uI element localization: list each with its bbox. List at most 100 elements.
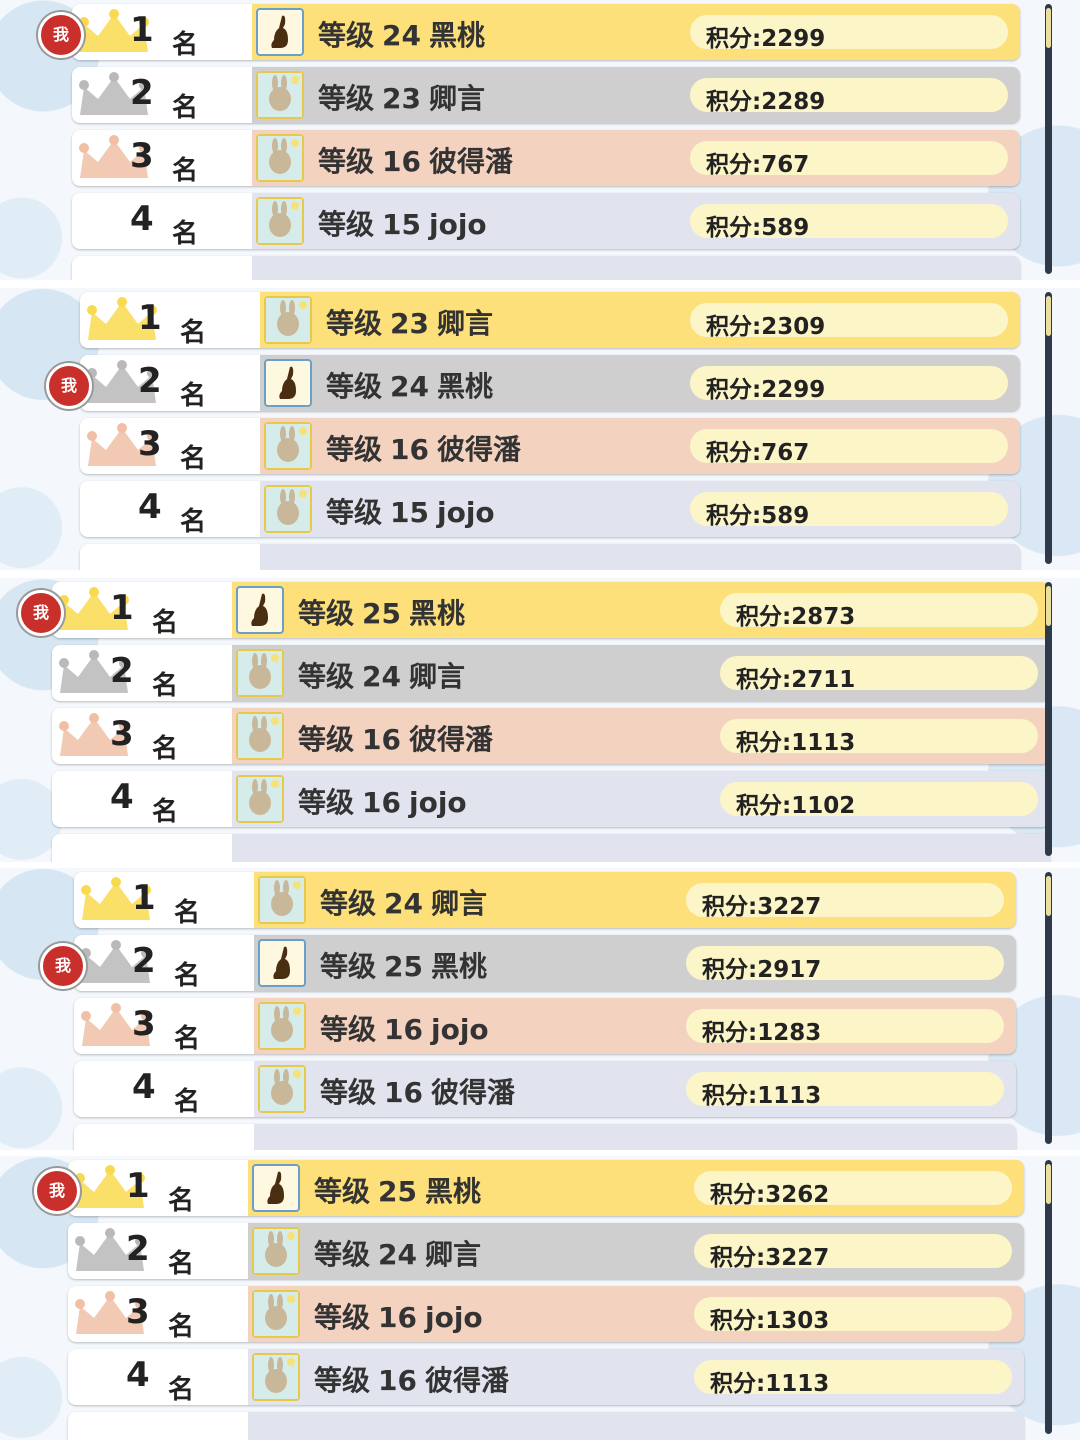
player-name: 彼得潘 xyxy=(424,1364,509,1397)
rabbit-portrait-icon[interactable] xyxy=(258,876,306,924)
score-label: 积分:2917 xyxy=(702,950,821,984)
leaderboard-row[interactable]: 3 名 等级 16 彼得潘 积分:1113 xyxy=(52,708,1050,764)
score-pill: 积分:1113 xyxy=(694,1360,1012,1397)
rank-suffix-label: 名 xyxy=(152,734,179,764)
leaderboard-row[interactable]: 1 名 等级 24 卿言 积分:3227 xyxy=(74,872,1016,928)
leaderboard-row[interactable]: 2 名 等级 24 卿言 积分:3227 xyxy=(68,1223,1024,1279)
rank-suffix-label: 名 xyxy=(152,608,179,638)
score-label: 积分:3227 xyxy=(710,1238,829,1272)
score-prefix: 积分: xyxy=(706,89,762,115)
leaderboard-row-partial[interactable] xyxy=(74,1124,1016,1150)
scrollbar-thumb[interactable] xyxy=(1046,296,1051,336)
scrollbar[interactable] xyxy=(1045,1160,1052,1434)
leaderboard-list[interactable]: 1 名我等级 25 黑桃 积分:3262 2 名等级 24 卿言 积分:3227 3 名等级 16 joj… xyxy=(34,1156,1024,1440)
leaderboard-list[interactable]: 1 名我等级 24 黑桃 积分:2299 2 名等级 23 卿言 积分:2289 3 名等级 16 彼得潘… xyxy=(38,0,1020,280)
leaderboard-row[interactable]: 3 名 等级 16 jojo 积分:1303 xyxy=(68,1286,1024,1342)
score-value: 1113 xyxy=(791,730,856,756)
score-prefix: 积分: xyxy=(706,215,762,241)
player-name: jojo xyxy=(436,496,495,529)
rank-suffix-label: 名 xyxy=(172,93,199,123)
leaderboard-row[interactable]: 2 名我等级 25 黑桃 积分:2917 xyxy=(40,935,1016,991)
rank-number: 3 xyxy=(132,1004,156,1044)
level-prefix: 等级 xyxy=(320,887,377,920)
leaderboard-row[interactable]: 4 名 等级 16 jojo 积分:1102 xyxy=(52,771,1050,827)
scrollbar[interactable] xyxy=(1045,4,1052,274)
score-value: 1283 xyxy=(757,1020,822,1046)
leaderboard-row[interactable]: 2 名 等级 24 卿言 积分:2711 xyxy=(52,645,1050,701)
score-value: 2289 xyxy=(761,89,826,115)
leaderboard-row[interactable]: 2 名 等级 23 卿言 积分:2289 xyxy=(72,67,1020,123)
leaderboard-row-partial[interactable] xyxy=(72,256,1020,280)
bunny-silhouette-icon[interactable] xyxy=(236,586,284,634)
player-level: 16 xyxy=(384,1013,423,1046)
rabbit-portrait-icon[interactable] xyxy=(236,649,284,697)
bunny-silhouette-icon[interactable] xyxy=(256,8,304,56)
rabbit-portrait-icon[interactable] xyxy=(252,1353,300,1401)
rabbit-portrait-icon[interactable] xyxy=(264,422,312,470)
level-prefix: 等级 xyxy=(320,1013,377,1046)
player-name: 彼得潘 xyxy=(430,1076,515,1109)
score-prefix: 积分: xyxy=(702,894,758,920)
leaderboard-list[interactable]: 1 名我等级 25 黑桃 积分:2873 2 名等级 24 卿言 积分:2711 3 名等级 16 彼得潘… xyxy=(18,578,1050,862)
scrollbar[interactable] xyxy=(1045,872,1052,1144)
rabbit-portrait-icon[interactable] xyxy=(264,296,312,344)
bunny-silhouette-icon[interactable] xyxy=(252,1164,300,1212)
rank-cell: 3名 xyxy=(72,130,252,186)
rabbit-portrait-icon[interactable] xyxy=(252,1227,300,1275)
player-info: 等级 25 黑桃 xyxy=(298,592,465,632)
player-name: 彼得潘 xyxy=(428,145,513,178)
score-label: 积分:1113 xyxy=(710,1364,829,1398)
rabbit-portrait-icon[interactable] xyxy=(256,134,304,182)
scrollbar[interactable] xyxy=(1045,292,1052,564)
leaderboard-row[interactable]: 4 名 等级 15 jojo 积分:589 xyxy=(72,193,1020,249)
leaderboard-row-partial[interactable] xyxy=(52,834,1050,862)
leaderboard-screenshot-collage: 1 名我等级 24 黑桃 积分:2299 2 名等级 23 卿言 积分:2289 3 名等级 16 彼得潘… xyxy=(0,0,1080,1440)
rabbit-portrait-icon[interactable] xyxy=(256,197,304,245)
rank-number: 2 xyxy=(110,651,134,691)
scrollbar[interactable] xyxy=(1045,582,1052,856)
leaderboard-list[interactable]: 1 名等级 23 卿言 积分:2309 2 名我等级 24 黑桃 积分:2299 3 名等级 16 彼得潘… xyxy=(46,288,1020,570)
rabbit-portrait-icon[interactable] xyxy=(258,1065,306,1113)
leaderboard-row[interactable]: 3 名 等级 16 彼得潘 积分:767 xyxy=(72,130,1020,186)
leaderboard-row[interactable]: 2 名我等级 24 黑桃 积分:2299 xyxy=(46,355,1020,411)
leaderboard-row[interactable]: 3 名 等级 16 jojo 积分:1283 xyxy=(74,998,1016,1054)
score-label: 积分:589 xyxy=(706,496,809,530)
scrollbar-thumb[interactable] xyxy=(1046,1164,1051,1204)
leaderboard-row[interactable]: 1 名我等级 25 黑桃 积分:2873 xyxy=(18,582,1050,638)
rabbit-portrait-icon[interactable] xyxy=(236,712,284,760)
leaderboard-row[interactable]: 4 名 等级 15 jojo 积分:589 xyxy=(80,481,1020,537)
bunny-silhouette-icon[interactable] xyxy=(264,359,312,407)
rabbit-portrait-icon[interactable] xyxy=(258,1002,306,1050)
scrollbar-thumb[interactable] xyxy=(1046,876,1051,916)
leaderboard-row-partial[interactable] xyxy=(80,544,1020,570)
leaderboard-row[interactable]: 1 名我等级 25 黑桃 积分:3262 xyxy=(34,1160,1024,1216)
rabbit-portrait-icon[interactable] xyxy=(264,485,312,533)
rabbit-portrait-icon[interactable] xyxy=(252,1290,300,1338)
leaderboard-row[interactable]: 4 名 等级 16 彼得潘 积分:1113 xyxy=(74,1061,1016,1117)
score-prefix: 积分: xyxy=(736,793,792,819)
score-label: 积分:1113 xyxy=(736,723,855,757)
scrollbar-thumb[interactable] xyxy=(1046,8,1051,48)
player-info: 等级 16 彼得潘 xyxy=(314,1359,509,1399)
leaderboard-panel: 1 名等级 24 卿言 积分:3227 2 名我等级 25 黑桃 积分:2917 3 名等级 16 joj… xyxy=(0,868,1080,1150)
score-pill: 积分:767 xyxy=(690,141,1008,178)
score-label: 积分:2299 xyxy=(706,19,825,53)
bunny-silhouette-icon[interactable] xyxy=(258,939,306,987)
scrollbar-thumb[interactable] xyxy=(1046,586,1051,626)
leaderboard-list[interactable]: 1 名等级 24 卿言 积分:3227 2 名我等级 25 黑桃 积分:2917 3 名等级 16 joj… xyxy=(40,868,1016,1150)
rabbit-portrait-icon[interactable] xyxy=(256,71,304,119)
score-prefix: 积分: xyxy=(710,1182,766,1208)
leaderboard-row[interactable]: 3 名 等级 16 彼得潘 积分:767 xyxy=(80,418,1020,474)
rank-cell: 4名 xyxy=(80,481,260,537)
leaderboard-row-partial[interactable] xyxy=(68,1412,1024,1440)
player-name: 卿言 xyxy=(436,307,493,340)
player-level: 16 xyxy=(362,786,401,819)
player-level: 23 xyxy=(390,307,429,340)
player-name: 黑桃 xyxy=(428,19,485,52)
level-prefix: 等级 xyxy=(320,1076,377,1109)
leaderboard-row[interactable]: 1 名我等级 24 黑桃 积分:2299 xyxy=(38,4,1020,60)
rabbit-portrait-icon[interactable] xyxy=(236,775,284,823)
leaderboard-row[interactable]: 1 名 等级 23 卿言 积分:2309 xyxy=(80,292,1020,348)
score-value: 2309 xyxy=(761,314,826,340)
leaderboard-row[interactable]: 4 名 等级 16 彼得潘 积分:1113 xyxy=(68,1349,1024,1405)
